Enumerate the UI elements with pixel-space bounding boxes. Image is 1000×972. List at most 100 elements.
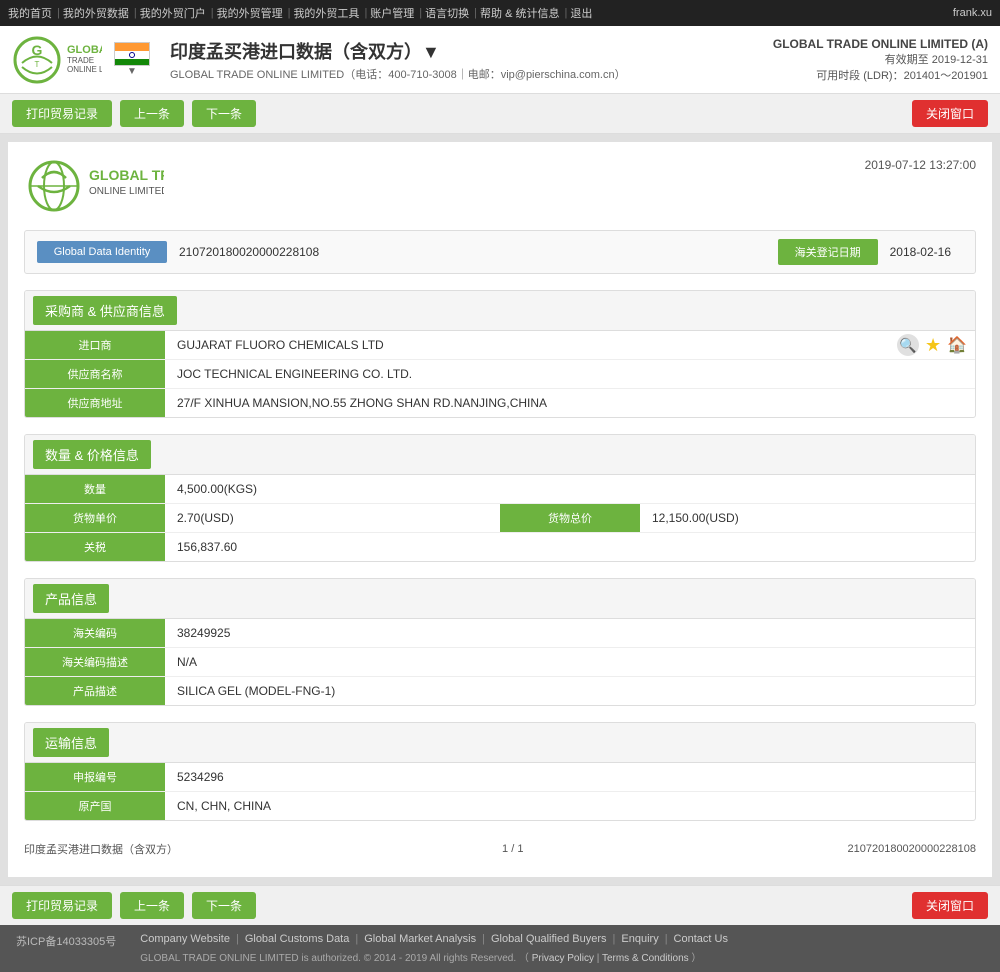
global-id-value: 210720180020000228108 <box>167 245 778 259</box>
doc-date: 2019-07-12 13:27:00 <box>865 158 976 172</box>
product-desc-row: 产品描述 SILICA GEL (MODEL-FNG-1) <box>25 677 975 705</box>
page-footer: 苏ICP备14033305号 Company Website | Global … <box>0 925 1000 972</box>
print-button[interactable]: 打印贸易记录 <box>12 100 112 127</box>
doc-footer-right: 210720180020000228108 <box>848 843 976 855</box>
product-section: 产品信息 海关编码 38249925 海关编码描述 N/A 产品描述 SILIC… <box>24 578 976 706</box>
country-flag <box>114 42 150 66</box>
svg-text:T: T <box>35 60 40 69</box>
svg-text:GLOBAL: GLOBAL <box>67 44 102 56</box>
logo-area: G T GLOBAL TRADE ONLINE LIMITED <box>12 35 102 85</box>
buyer-supplier-title-row: 采购商 & 供应商信息 <box>25 291 975 331</box>
unit-price-value: 2.70(USD) <box>165 505 500 531</box>
star-icon[interactable]: ★ <box>925 335 941 356</box>
footer-company-website[interactable]: Company Website <box>140 933 230 945</box>
quantity-price-section: 数量 & 价格信息 数量 4,500.00(KGS) 货物单价 2.70(USD… <box>24 434 976 562</box>
home-icon[interactable]: 🏠 <box>947 335 967 355</box>
product-title-row: 产品信息 <box>25 579 975 619</box>
doc-logo-svg: GLOBAL TRADE ONLINE LIMITED <box>24 158 164 218</box>
supplier-addr-value: 27/F XINHUA MANSION,NO.55 ZHONG SHAN RD.… <box>165 390 975 416</box>
unit-price-label: 货物单价 <box>25 504 165 532</box>
quantity-value: 4,500.00(KGS) <box>165 476 975 502</box>
footer-enquiry[interactable]: Enquiry <box>621 933 658 945</box>
footer-contact-us[interactable]: Contact Us <box>674 933 728 945</box>
customs-date-value: 2018-02-16 <box>878 245 963 259</box>
top-toolbar: 打印贸易记录 上一条 下一条 关闭窗口 <box>0 94 1000 134</box>
footer-privacy-link[interactable]: Privacy Policy <box>532 953 594 964</box>
doc-header: GLOBAL TRADE ONLINE LIMITED 2019-07-12 1… <box>24 158 976 218</box>
supplier-name-label: 供应商名称 <box>25 360 165 388</box>
hs-desc-label: 海关编码描述 <box>25 648 165 676</box>
total-price-label: 货物总价 <box>500 504 640 532</box>
nav-sep-5: | <box>364 7 367 19</box>
bottom-next-button[interactable]: 下一条 <box>192 892 256 919</box>
nav-sep-4: | <box>288 7 291 19</box>
doc-logo: GLOBAL TRADE ONLINE LIMITED <box>24 158 164 218</box>
company-logo: G T GLOBAL TRADE ONLINE LIMITED <box>12 35 102 85</box>
doc-footer-center: 1 / 1 <box>502 843 523 855</box>
doc-footer-row: 印度孟买港进口数据（含双方） 1 / 1 2107201800200002281… <box>24 837 976 861</box>
importer-row: 进口商 GUJARAT FLUORO CHEMICALS LTD 🔍 ★ 🏠 <box>25 331 975 360</box>
svg-text:TRADE: TRADE <box>67 56 94 65</box>
buyer-supplier-section: 采购商 & 供应商信息 进口商 GUJARAT FLUORO CHEMICALS… <box>24 290 976 418</box>
tax-label: 关税 <box>25 533 165 561</box>
bottom-toolbar: 打印贸易记录 上一条 下一条 关闭窗口 <box>0 885 1000 925</box>
transport-title: 运输信息 <box>33 728 109 757</box>
footer-qualified-buyers[interactable]: Global Qualified Buyers <box>491 933 607 945</box>
search-icon[interactable]: 🔍 <box>897 334 919 356</box>
flag-dropdown-arrow[interactable]: ▼ <box>127 66 137 77</box>
origin-label: 原产国 <box>25 792 165 820</box>
nav-home[interactable]: 我的首页 <box>8 5 52 21</box>
prev-button[interactable]: 上一条 <box>120 100 184 127</box>
product-desc-label: 产品描述 <box>25 677 165 705</box>
declaration-value: 5234296 <box>165 764 975 790</box>
svg-text:ONLINE LIMITED: ONLINE LIMITED <box>67 65 102 74</box>
document-box: GLOBAL TRADE ONLINE LIMITED 2019-07-12 1… <box>8 142 992 877</box>
page-title: 印度孟买港进口数据（含双方）▼ <box>170 38 773 64</box>
tax-row: 关税 156,837.60 <box>25 533 975 561</box>
close-button[interactable]: 关闭窗口 <box>912 100 988 127</box>
footer-market-analysis[interactable]: Global Market Analysis <box>364 933 476 945</box>
nav-management[interactable]: 我的外贸管理 <box>217 5 283 21</box>
nav-portal[interactable]: 我的外贸门户 <box>140 5 206 21</box>
page-subtitle: GLOBAL TRADE ONLINE LIMITED（电话：400-710-3… <box>170 66 773 82</box>
nav-trade-data[interactable]: 我的外贸数据 <box>63 5 129 21</box>
origin-row: 原产国 CN, CHN, CHINA <box>25 792 975 820</box>
product-desc-value: SILICA GEL (MODEL-FNG-1) <box>165 678 975 704</box>
importer-value: GUJARAT FLUORO CHEMICALS LTD <box>165 332 897 358</box>
nav-logout[interactable]: 退出 <box>570 5 592 21</box>
next-button[interactable]: 下一条 <box>192 100 256 127</box>
origin-value: CN, CHN, CHINA <box>165 793 975 819</box>
nav-account[interactable]: 账户管理 <box>370 5 414 21</box>
quantity-label: 数量 <box>25 475 165 503</box>
hs-desc-row: 海关编码描述 N/A <box>25 648 975 677</box>
bottom-close-button[interactable]: 关闭窗口 <box>912 892 988 919</box>
price-row: 货物单价 2.70(USD) 货物总价 12,150.00(USD) <box>25 504 975 533</box>
buyer-supplier-title: 采购商 & 供应商信息 <box>33 296 177 325</box>
bottom-print-button[interactable]: 打印贸易记录 <box>12 892 112 919</box>
svg-text:GLOBAL TRADE: GLOBAL TRADE <box>89 167 164 183</box>
nav-help[interactable]: 帮助 & 统计信息 <box>480 5 559 21</box>
bottom-prev-button[interactable]: 上一条 <box>120 892 184 919</box>
global-id-label: Global Data Identity <box>37 241 167 263</box>
hs-code-label: 海关编码 <box>25 619 165 647</box>
declaration-label: 申报编号 <box>25 763 165 791</box>
nav-language[interactable]: 语言切换 <box>425 5 469 21</box>
ldr-info: 可用时段 (LDR)：201401～201901 <box>773 67 988 83</box>
total-price-value: 12,150.00(USD) <box>640 505 975 531</box>
nav-tools[interactable]: 我的外贸工具 <box>293 5 359 21</box>
importer-label: 进口商 <box>25 331 165 359</box>
top-navigation: 我的首页 | 我的外贸数据 | 我的外贸门户 | 我的外贸管理 | 我的外贸工具… <box>0 0 1000 26</box>
footer-links: Company Website | Global Customs Data | … <box>140 933 728 945</box>
supplier-name-value: JOC TECHNICAL ENGINEERING CO. LTD. <box>165 361 975 387</box>
transport-section: 运输信息 申报编号 5234296 原产国 CN, CHN, CHINA <box>24 722 976 821</box>
supplier-addr-row: 供应商地址 27/F XINHUA MANSION,NO.55 ZHONG SH… <box>25 389 975 417</box>
nav-sep-8: | <box>564 7 567 19</box>
nav-sep-3: | <box>211 7 214 19</box>
global-id-row: Global Data Identity 2107201800200002281… <box>24 230 976 274</box>
customs-date-label: 海关登记日期 <box>778 239 878 265</box>
hs-code-row: 海关编码 38249925 <box>25 619 975 648</box>
hs-desc-value: N/A <box>165 649 975 675</box>
footer-customs-data[interactable]: Global Customs Data <box>245 933 350 945</box>
footer-terms-link[interactable]: Terms & Conditions <box>602 953 689 964</box>
username-display: frank.xu <box>953 7 992 19</box>
